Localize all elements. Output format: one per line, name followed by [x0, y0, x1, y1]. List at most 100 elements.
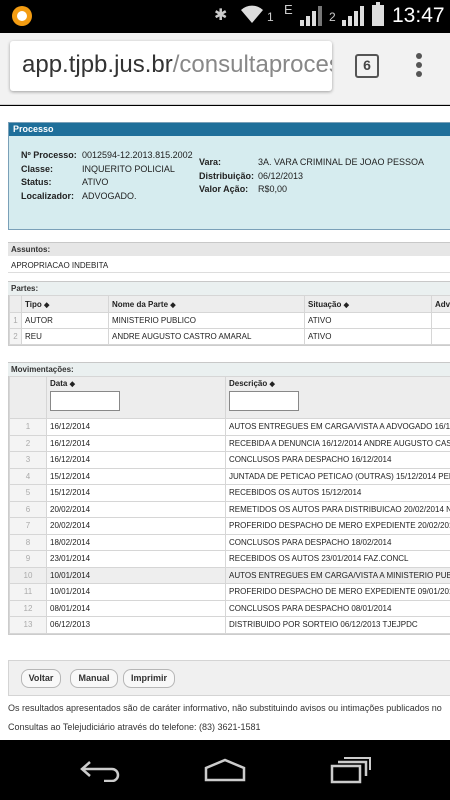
col-descricao-header[interactable]: Descrição ◆: [225, 376, 450, 419]
movimentacao-descricao: PROFERIDO DESPACHO DE MERO EXPEDIENTE 09…: [225, 583, 450, 601]
data-filter-input[interactable]: [50, 391, 120, 411]
row-number: 7: [9, 517, 47, 535]
row-number: 9: [9, 550, 47, 568]
signal-strength-icon: [342, 6, 364, 26]
status-label: Status:: [21, 177, 52, 187]
numero-value: 0012594-12.2013.815.2002: [82, 150, 193, 160]
row-number: 10: [9, 566, 47, 584]
recent-apps-icon[interactable]: [330, 756, 372, 784]
movimentacao-data: 15/12/2014: [46, 467, 226, 485]
back-icon[interactable]: [80, 758, 122, 782]
movimentacao-descricao: JUNTADA DE PETICAO PETICAO (OUTRAS) 15/1…: [225, 467, 450, 485]
localizador-value: ADVOGADO.: [82, 190, 137, 201]
col-adv-header[interactable]: Adv: [431, 295, 450, 313]
web-page: Processo Nº Processo: Classe: Status: Lo…: [0, 106, 450, 740]
numero-label: Nº Processo:: [21, 150, 77, 160]
distribuicao-label: Distribuição:: [199, 170, 255, 181]
row-number: 13: [9, 616, 47, 634]
row-number: 6: [9, 500, 47, 518]
disclaimer-text: Os resultados apresentados são de caráte…: [8, 703, 442, 713]
home-icon[interactable]: [202, 758, 248, 782]
table-row[interactable]: 6 20/02/2014 REMETIDOS OS AUTOS PARA DISTR…: [9, 500, 450, 518]
table-row[interactable]: 2 16/12/2014 RECEBIDA A DENUNCIA 16/12/201…: [9, 434, 450, 452]
movimentacao-data: 06/12/2013: [46, 616, 226, 634]
movimentacao-data: 20/02/2014: [46, 500, 226, 518]
classe-value: INQUERITO POLICIAL: [82, 163, 175, 174]
table-row[interactable]: 5 15/12/2014 RECEBIDOS OS AUTOS 15/12/2014: [9, 484, 450, 502]
movimentacao-descricao: RECEBIDOS OS AUTOS 15/12/2014: [225, 484, 450, 502]
browser-toolbar: app.tjpb.jus.br/consultaprocesso 6: [0, 33, 450, 105]
app-notification-icon: [12, 6, 32, 26]
col-nome-header[interactable]: Nome da Parte ◆: [108, 295, 305, 313]
voltar-button[interactable]: Voltar: [21, 669, 61, 688]
classe-label: Classe:: [21, 163, 54, 174]
processo-title: Processo: [9, 123, 450, 136]
table-row[interactable]: 9 23/01/2014 RECEBIDOS OS AUTOS 23/01/2014…: [9, 550, 450, 568]
row-number: 4: [9, 467, 47, 485]
table-row[interactable]: 13 06/12/2013 DISTRIBUIDO POR SORTEIO 06/1…: [9, 616, 450, 634]
movimentacao-descricao: REMETIDOS OS AUTOS PARA DISTRIBUICAO 20/…: [225, 500, 450, 518]
movimentacao-data: 08/01/2014: [46, 599, 226, 617]
movimentacao-data: 20/02/2014: [46, 517, 226, 535]
battery-icon: [372, 2, 384, 26]
table-row[interactable]: 8 18/02/2014 CONCLUSOS PARA DESPACHO 18/02…: [9, 533, 450, 551]
assuntos-header: Assuntos:: [8, 242, 450, 256]
table-row[interactable]: 12 08/01/2014 CONCLUSOS PARA DESPACHO 08/0…: [9, 599, 450, 617]
movimentacao-data: 16/12/2014: [46, 451, 226, 469]
movimentacao-descricao: CONCLUSOS PARA DESPACHO 18/02/2014: [225, 533, 450, 551]
movimentacao-descricao: AUTOS ENTREGUES EM CARGA/VISTA A ADVOGAD…: [225, 418, 450, 436]
signal-strength-icon: [300, 6, 322, 26]
table-row[interactable]: 2 REU ANDRE AUGUSTO CASTRO AMARAL ATIVO: [9, 328, 450, 345]
row-number: 3: [9, 451, 47, 469]
sort-icon: ◆: [69, 381, 75, 388]
movimentacao-data: 16/12/2014: [46, 418, 226, 436]
row-number: 12: [9, 599, 47, 617]
sort-icon: ◆: [343, 301, 349, 309]
movimentacao-data: 10/01/2014: [46, 583, 226, 601]
wifi-icon: [241, 5, 263, 23]
manual-button[interactable]: Manual: [70, 669, 118, 688]
overflow-menu-icon[interactable]: [416, 53, 424, 81]
table-row[interactable]: 4 15/12/2014 JUNTADA DE PETICAO PETICAO (O…: [9, 467, 450, 485]
movimentacao-data: 16/12/2014: [46, 434, 226, 452]
sort-icon: ◆: [43, 301, 50, 309]
movimentacao-descricao: RECEBIDOS OS AUTOS 23/01/2014 FAZ.CONCL: [225, 550, 450, 568]
table-row[interactable]: 11 10/01/2014 PROFERIDO DESPACHO DE MERO E…: [9, 583, 450, 601]
table-row[interactable]: 1 16/12/2014 AUTOS ENTREGUES EM CARGA/VIST…: [9, 418, 450, 436]
tab-switcher-button[interactable]: 6: [355, 54, 379, 78]
button-bar: Voltar Manual Imprimir: [8, 660, 450, 696]
row-number: 11: [9, 583, 47, 601]
sort-icon: ◆: [269, 381, 275, 388]
url-bar[interactable]: app.tjpb.jus.br/consultaprocesso: [10, 41, 332, 91]
status-bar: ✱ 1 E 2 13:47: [0, 0, 450, 33]
table-row[interactable]: 10 10/01/2014 AUTOS ENTREGUES EM CARGA/VIS…: [9, 566, 450, 584]
col-situacao-header[interactable]: Situação ◆: [304, 295, 432, 313]
col-tipo-header[interactable]: Tipo ◆: [21, 295, 109, 313]
movimentacao-data: 23/01/2014: [46, 550, 226, 568]
row-number: 2: [9, 434, 47, 452]
vara-label: Vara:: [199, 157, 222, 167]
table-row[interactable]: 7 20/02/2014 PROFERIDO DESPACHO DE MERO EX…: [9, 517, 450, 535]
table-row[interactable]: 1 AUTOR MINISTERIO PUBLICO ATIVO: [9, 312, 450, 329]
imprimir-button[interactable]: Imprimir: [123, 669, 175, 688]
descricao-filter-input[interactable]: [229, 391, 299, 411]
movimentacao-descricao: RECEBIDA A DENUNCIA 16/12/2014 ANDRE AUG…: [225, 434, 450, 452]
movimentacao-descricao: PROFERIDO DESPACHO DE MERO EXPEDIENTE 20…: [225, 517, 450, 535]
status-value: ATIVO: [82, 177, 109, 187]
movimentacao-descricao: DISTRIBUIDO POR SORTEIO 06/12/2013 TJEJP…: [225, 616, 450, 634]
clock: 13:47: [392, 4, 445, 27]
bluetooth-icon: ✱: [214, 7, 228, 24]
movimentacao-data: 10/01/2014: [46, 566, 226, 584]
col-data-header[interactable]: Data ◆: [46, 376, 226, 419]
assunto-value: APROPRIACAO INDEBITA: [8, 256, 450, 273]
movimentacoes-table: Data ◆ Descrição ◆ 1 16/12/2014 AUTOS ENTR…: [8, 376, 450, 635]
vara-value: 3A. VARA CRIMINAL DE JOAO PESSOA: [258, 157, 425, 167]
sim2-label: 2: [329, 10, 336, 24]
partes-table: Tipo ◆ Nome da Parte ◆ Situação ◆ Adv 1 …: [8, 295, 450, 346]
table-row[interactable]: 3 16/12/2014 CONCLUSOS PARA DESPACHO 16/12…: [9, 451, 450, 469]
sort-icon: ◆: [170, 301, 176, 309]
movimentacao-data: 18/02/2014: [46, 533, 226, 551]
movimentacao-descricao: CONCLUSOS PARA DESPACHO 16/12/2014: [225, 451, 450, 469]
url-path: /consultaprocesso: [172, 51, 332, 78]
movimentacoes-header: Movimentações:: [8, 362, 450, 376]
